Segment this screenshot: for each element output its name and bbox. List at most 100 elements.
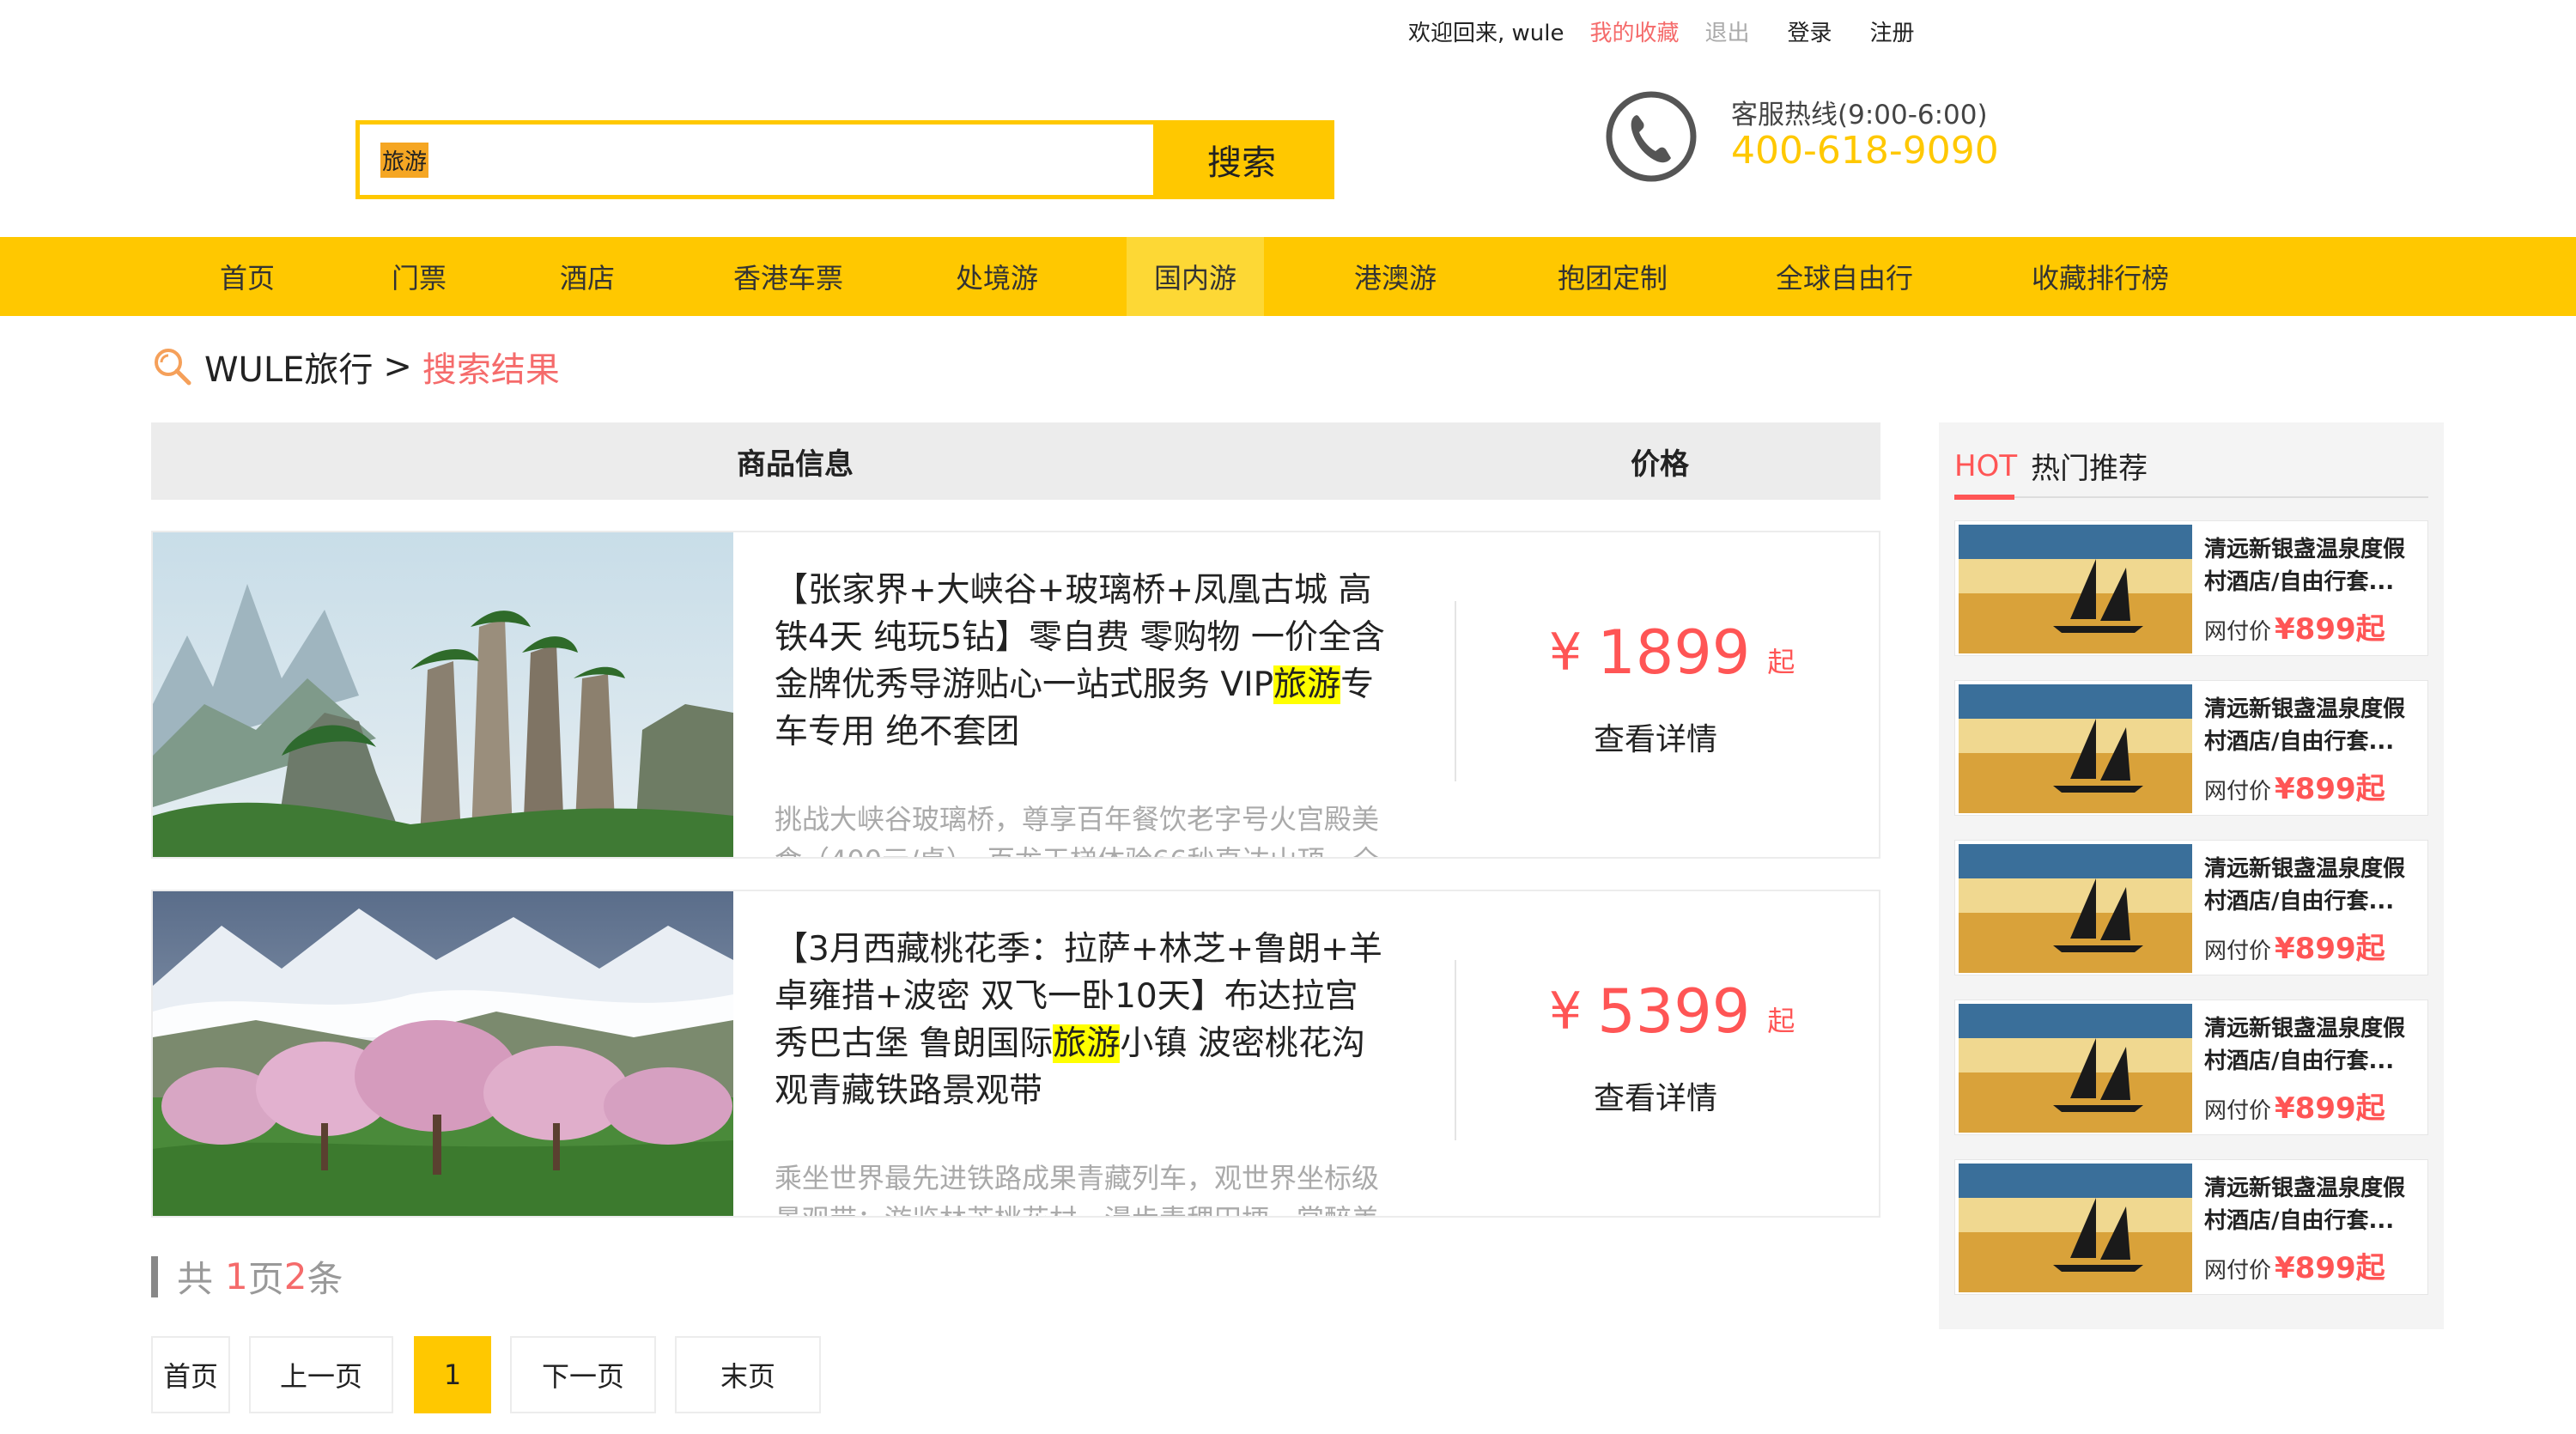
hot-item-price-row: 网付价 ¥899起 <box>2204 605 2385 647</box>
breadcrumb-home[interactable]: WULE旅行 <box>204 342 373 392</box>
price-value: 5399 <box>1597 976 1751 1047</box>
search-button[interactable]: 搜索 <box>1153 125 1330 195</box>
hot-item-price-row: 网付价 ¥899起 <box>2204 1244 2385 1286</box>
currency-symbol: ¥ <box>1549 623 1583 683</box>
search-bar: 旅游 搜索 <box>355 120 1334 199</box>
main-nav: 首页 门票 酒店 香港车票 处境游 国内游 港澳游 抱团定制 全球自由行 收藏排… <box>0 237 2576 316</box>
hot-item-name[interactable]: 清远新银盏温泉度假村酒店/自由行套... <box>2204 1172 2422 1237</box>
welcome-text: 欢迎回来, wule <box>1408 21 1564 46</box>
price-value: 1899 <box>1597 617 1751 688</box>
pages-unit: 页 <box>247 1258 284 1300</box>
hot-item-price: ¥899起 <box>2275 1091 2385 1126</box>
search-input[interactable]: 旅游 <box>360 125 1153 195</box>
hot-item[interactable]: 清远新银盏温泉度假村酒店/自由行套... 网付价 ¥899起 <box>1954 520 2428 656</box>
breadcrumb-separator: > <box>383 347 412 386</box>
hot-item-price-label: 网付价 <box>2204 1098 2272 1124</box>
hot-underline-accent <box>1954 495 2014 500</box>
breadcrumb: WULE旅行 > 搜索结果 <box>151 342 560 392</box>
hot-item[interactable]: 清远新银盏温泉度假村酒店/自由行套... 网付价 ¥899起 <box>1954 840 2428 975</box>
product-price: ¥ 5399 起 <box>1549 977 1795 1046</box>
hot-item-thumbnail[interactable] <box>1959 525 2192 653</box>
login-link[interactable]: 登录 <box>1788 15 1832 47</box>
nav-item-tickets[interactable]: 门票 <box>374 237 464 316</box>
hot-item-price-row: 网付价 ¥899起 <box>2204 925 2385 967</box>
hot-item[interactable]: 清远新银盏温泉度假村酒店/自由行套... 网付价 ¥899起 <box>1954 1159 2428 1295</box>
product-title-link[interactable]: 【张家界+大峡谷+玻璃桥+凤凰古城 高铁4天 纯玩5钻】零自费 零购物 一价全含… <box>775 567 1401 756</box>
price-suffix: 起 <box>1767 1005 1795 1037</box>
my-favorites-link[interactable]: 我的收藏 <box>1590 15 1680 47</box>
view-details-link[interactable]: 查看详情 <box>1578 714 1733 759</box>
hot-item-name[interactable]: 清远新银盏温泉度假村酒店/自由行套... <box>2204 1012 2422 1078</box>
user-bar: 欢迎回来, wule 我的收藏 退出 登录 注册 <box>1408 15 1915 47</box>
product-image-zhangjiajie[interactable] <box>153 532 733 857</box>
hot-item-price-label: 网付价 <box>2204 1258 2272 1284</box>
column-price: 价格 <box>1631 447 1689 482</box>
hot-item-price-row: 网付价 ¥899起 <box>2204 1085 2385 1127</box>
hot-item-price: ¥899起 <box>2275 612 2385 647</box>
nav-item-hotels[interactable]: 酒店 <box>543 237 632 316</box>
hot-item-price: ¥899起 <box>2275 932 2385 966</box>
search-keyword-highlight: 旅游 <box>1273 665 1341 704</box>
product-image-tibet[interactable] <box>153 891 733 1216</box>
result-row[interactable]: 【张家界+大峡谷+玻璃桥+凤凰古城 高铁4天 纯玩5钻】零自费 零购物 一价全含… <box>151 531 1880 859</box>
nav-item-home[interactable]: 首页 <box>203 237 292 316</box>
hot-item-thumbnail[interactable] <box>1959 684 2192 813</box>
last-page-button[interactable]: 末页 <box>675 1336 821 1413</box>
nav-item-outbound[interactable]: 处境游 <box>939 237 1054 316</box>
phone-icon <box>1606 91 1697 182</box>
hot-item-thumbnail[interactable] <box>1959 1164 2192 1292</box>
nav-item-hk-bus[interactable]: 香港车票 <box>718 237 859 316</box>
hot-item-name[interactable]: 清远新银盏温泉度假村酒店/自由行套... <box>2204 693 2422 758</box>
hot-item-price-label: 网付价 <box>2204 939 2272 964</box>
hot-recommendations: HOT 热门推荐 清远新银盏温泉度假村酒店/自由行套... 网付价 ¥899起 … <box>1939 422 2444 1329</box>
product-description: 挑战大峡谷玻璃桥，尊享百年餐饮老字号火宫殿美食（400元/桌），百龙天梯体验66… <box>775 803 1380 857</box>
total-count: 2 <box>283 1255 307 1297</box>
product-price: ¥ 1899 起 <box>1549 618 1795 687</box>
currency-symbol: ¥ <box>1549 981 1583 1042</box>
hot-item-price-row: 网付价 ¥899起 <box>2204 765 2385 807</box>
count-unit: 条 <box>307 1258 343 1300</box>
row-divider <box>1455 960 1456 1140</box>
search-keyword-highlight: 旅游 <box>1053 1024 1121 1063</box>
price-suffix: 起 <box>1767 646 1795 678</box>
hotline-number: 400-618-9090 <box>1731 129 1999 173</box>
hot-header: HOT 热门推荐 <box>1954 445 2148 487</box>
next-page-button[interactable]: 下一页 <box>510 1336 656 1413</box>
hot-item-thumbnail[interactable] <box>1959 844 2192 973</box>
register-link[interactable]: 注册 <box>1870 15 1915 47</box>
product-title-link[interactable]: 【3月西藏桃花季：拉萨+林芝+鲁朗+羊卓雍措+波密 双飞一卧10天】布达拉宫 秀… <box>775 926 1401 1115</box>
search-query-text: 旅游 <box>380 142 429 178</box>
logout-link[interactable]: 退出 <box>1705 15 1750 47</box>
search-icon <box>155 349 191 386</box>
product-description: 乘坐世界最先进铁路成果青藏列车，观世界坐标级景观带：游览林芝桃花村，漫步青稞田埂… <box>775 1162 1380 1216</box>
nav-item-global-free[interactable]: 全球自由行 <box>1765 237 1923 316</box>
hot-item-price: ¥899起 <box>2275 1251 2385 1285</box>
hot-item-thumbnail[interactable] <box>1959 1004 2192 1133</box>
summary-prefix: 共 <box>177 1258 214 1300</box>
hot-title: 热门推荐 <box>2031 452 2148 486</box>
result-row[interactable]: 【3月西藏桃花季：拉萨+林芝+鲁朗+羊卓雍措+波密 双飞一卧10天】布达拉宫 秀… <box>151 890 1880 1218</box>
total-pages: 1 <box>225 1255 248 1297</box>
hot-underline <box>1954 496 2428 498</box>
results-table-header: 商品信息 价格 <box>151 422 1880 500</box>
hot-item[interactable]: 清远新银盏温泉度假村酒店/自由行套... 网付价 ¥899起 <box>1954 1000 2428 1135</box>
current-page-button[interactable]: 1 <box>414 1336 491 1413</box>
row-divider <box>1455 601 1456 781</box>
hot-item-name[interactable]: 清远新银盏温泉度假村酒店/自由行套... <box>2204 853 2422 918</box>
hot-item-price: ¥899起 <box>2275 772 2385 806</box>
nav-item-group-custom[interactable]: 抱团定制 <box>1542 237 1683 316</box>
first-page-button[interactable]: 首页 <box>151 1336 230 1413</box>
nav-item-hk-macau[interactable]: 港澳游 <box>1338 237 1453 316</box>
nav-item-favorites-ranking[interactable]: 收藏排行榜 <box>2014 237 2186 316</box>
nav-item-domestic[interactable]: 国内游 <box>1127 237 1264 316</box>
summary-bar <box>151 1255 158 1297</box>
view-details-link[interactable]: 查看详情 <box>1578 1073 1733 1118</box>
pagination-summary: 共 1 页 2 条 <box>151 1250 343 1303</box>
hot-item[interactable]: 清远新银盏温泉度假村酒店/自由行套... 网付价 ¥899起 <box>1954 680 2428 816</box>
column-product-info: 商品信息 <box>737 447 854 482</box>
prev-page-button[interactable]: 上一页 <box>249 1336 393 1413</box>
hot-item-price-label: 网付价 <box>2204 779 2272 805</box>
hot-item-name[interactable]: 清远新银盏温泉度假村酒店/自由行套... <box>2204 533 2422 599</box>
hotline-title: 客服热线(9:00-6:00) <box>1731 100 1988 131</box>
hot-item-price-label: 网付价 <box>2204 619 2272 645</box>
